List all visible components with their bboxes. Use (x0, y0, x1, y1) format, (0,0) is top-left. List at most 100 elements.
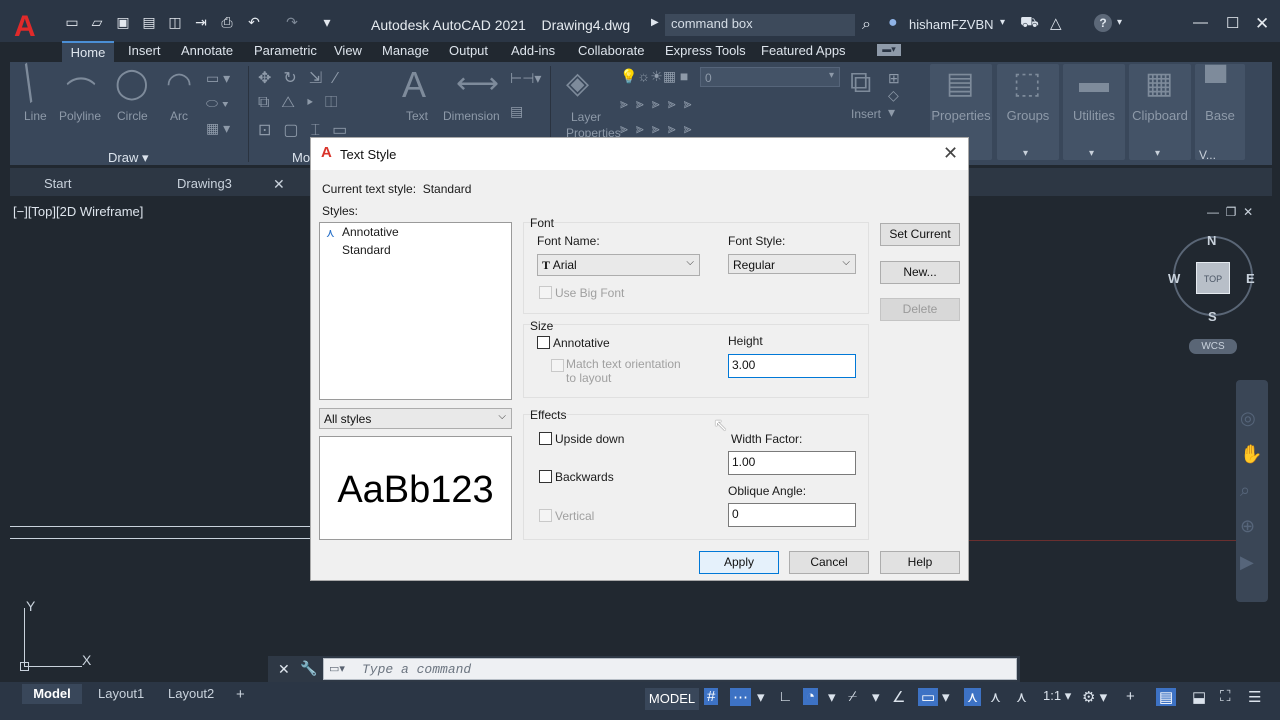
panel-utilities[interactable]: ▬ Utilities ▾ (1063, 64, 1125, 160)
close-window-icon[interactable]: ✕ (1255, 14, 1269, 34)
apply-button[interactable]: Apply (699, 551, 779, 574)
tool-line[interactable]: Line (24, 109, 47, 123)
panel-groups[interactable]: ⬚ Groups ▾ (997, 64, 1059, 160)
block-tools-icons[interactable]: ⊞ ◇ ▾ (888, 70, 900, 121)
style-item-standard[interactable]: Standard (342, 243, 391, 257)
cancel-button[interactable]: Cancel (789, 551, 869, 574)
close-tab-icon[interactable]: ✕ (273, 176, 285, 193)
panel-base[interactable]: ▀ Base V... (1195, 64, 1245, 162)
viewport-controls[interactable]: [−][Top][2D Wireframe] (13, 204, 143, 219)
ribbon-toggle-icon[interactable]: ▬▾ (877, 44, 901, 56)
autoscale-icon[interactable]: ⋏ (990, 688, 1001, 706)
use-big-font-checkbox[interactable] (539, 286, 552, 299)
isodraft-chevron-icon[interactable]: ▾ (872, 688, 880, 706)
store-cart-icon[interactable]: ⛟ (1020, 14, 1039, 33)
ribbon-tab-insert[interactable]: Insert (128, 43, 161, 58)
layer-properties-icon[interactable]: ◈ (566, 66, 589, 101)
ribbon-tab-express-tools[interactable]: Express Tools (665, 43, 746, 58)
vertical-checkbox[interactable] (539, 509, 552, 522)
polar-icon[interactable]: ◔ (803, 688, 819, 705)
add-layout-icon[interactable]: + (236, 686, 245, 703)
model-space-toggle[interactable]: MODEL (645, 688, 699, 710)
tool-insert[interactable]: Insert (851, 107, 881, 121)
modify-tools-row1-icon[interactable]: ✥↻⇲∕ (258, 68, 349, 88)
ribbon-tab-view[interactable]: View (334, 43, 362, 58)
help-icon[interactable]: ? (1094, 14, 1112, 32)
ribbon-tab-parametric[interactable]: Parametric (254, 43, 317, 58)
ribbon-tab-collaborate[interactable]: Collaborate (578, 43, 645, 58)
ribbon-tab-annotate[interactable]: Annotate (181, 43, 233, 58)
ribbon-tab-home[interactable]: Home (62, 41, 114, 62)
minimize-window-icon[interactable]: — (1193, 14, 1208, 31)
insert-block-icon[interactable]: ⧉ (850, 66, 871, 100)
customize-chevron-icon[interactable]: ▾ (318, 14, 336, 30)
user-icon[interactable]: ● (888, 14, 898, 32)
new-style-button[interactable]: New... (880, 261, 960, 284)
styles-list[interactable]: ⋏ Annotative Standard (319, 222, 512, 400)
layer-tools-row3[interactable]: ⫸⫸⫸⫸⫸ (620, 120, 699, 137)
close-command-line-icon[interactable]: ✕ (278, 661, 290, 678)
tool-text[interactable]: Text (406, 109, 428, 123)
backwards-checkbox[interactable] (539, 470, 552, 483)
layout-tab-layout2[interactable]: Layout2 (168, 686, 214, 701)
annotation-scale-icon[interactable]: ⋏ (1016, 688, 1027, 706)
tool-circle[interactable]: Circle (117, 109, 148, 123)
viewcube-top[interactable]: TOP (1196, 262, 1230, 294)
panel-clipboard[interactable]: ▦ Clipboard ▾ (1129, 64, 1191, 160)
snap-chevron-icon[interactable]: ▾ (757, 688, 765, 706)
text-icon[interactable]: A (402, 64, 426, 106)
ortho-icon[interactable]: ∟ (778, 688, 793, 705)
tool-arc[interactable]: Arc (170, 109, 188, 123)
ribbon-tab-manage[interactable]: Manage (382, 43, 429, 58)
help-button[interactable]: Help (880, 551, 960, 574)
dialog-close-icon[interactable]: ✕ (943, 143, 958, 164)
delete-style-button[interactable]: Delete (880, 298, 960, 321)
width-factor-input[interactable]: 1.00 (728, 451, 856, 475)
command-line-input[interactable]: ▭▾ Type a command (323, 658, 1017, 680)
undo-icon[interactable]: ↶ (245, 14, 263, 30)
compass-north[interactable]: N (1207, 233, 1216, 248)
ribbon-tab-output[interactable]: Output (449, 43, 488, 58)
layer-tools-row2[interactable]: ⫸⫸⫸⫸⫸ (620, 95, 699, 112)
panel-title-draw[interactable]: Draw ▾ (108, 150, 148, 166)
polar-chevron-icon[interactable]: ▾ (828, 688, 836, 706)
ellipse-icon[interactable]: ⬭ ▾ (206, 95, 229, 112)
ribbon-tab-featured-apps[interactable]: Featured Apps (761, 43, 846, 58)
compass-west[interactable]: W (1168, 271, 1180, 286)
font-name-dropdown[interactable]: T Arial ⌵ (537, 254, 700, 276)
oblique-angle-input[interactable]: 0 (728, 503, 856, 527)
arc-icon[interactable]: ◠ (166, 66, 192, 101)
annotative-checkbox[interactable] (537, 336, 550, 349)
hatch-icon[interactable]: ▦ ▾ (206, 120, 230, 137)
doc-tab-drawing3[interactable]: Drawing3 (177, 176, 232, 191)
user-chevron-icon[interactable]: ▾ (1000, 17, 1005, 28)
workspace-gear-icon[interactable]: ⚙ ▾ (1082, 688, 1107, 706)
units-icon[interactable]: ▤ (1156, 688, 1177, 706)
match-orientation-checkbox[interactable] (551, 359, 564, 372)
open-web-icon[interactable]: ◫ (166, 14, 184, 30)
viewport-window-controls-icon[interactable]: — ❐ ✕ (1207, 205, 1253, 219)
wcs-menu[interactable]: WCS (1189, 339, 1237, 354)
polyline-icon[interactable]: ⌒ (66, 68, 96, 112)
dimension-icon[interactable]: ⟷ (456, 66, 499, 101)
selection-cycling-icon[interactable]: ▭ (918, 688, 939, 706)
object-snap-icon[interactable]: ∠ (892, 688, 905, 706)
quick-properties-icon[interactable]: ⬓ (1192, 688, 1206, 706)
compass-south[interactable]: S (1208, 309, 1217, 324)
layer-dropdown[interactable]: 0 ▾ (700, 67, 840, 87)
doc-tab-start[interactable]: Start (44, 176, 71, 191)
command-search-box[interactable]: command box (665, 14, 855, 36)
annotation-scale-value[interactable]: 1:1 ▾ (1043, 688, 1071, 704)
set-current-button[interactable]: Set Current (880, 223, 960, 246)
annotation-monitor-icon[interactable]: + (1126, 688, 1135, 705)
layout-tab-layout1[interactable]: Layout1 (98, 686, 144, 701)
height-input[interactable]: 3.00 (728, 354, 856, 378)
redo-icon[interactable]: ↷ (283, 14, 301, 30)
layer-state-icons[interactable]: 💡☼☀▦ ■ (620, 68, 688, 85)
save-as-icon[interactable]: ▤ (140, 14, 158, 30)
rectangle-icon[interactable]: ▭ ▾ (206, 70, 230, 87)
style-item-annotative[interactable]: Annotative (342, 225, 399, 239)
customization-menu-icon[interactable]: ☰ (1248, 688, 1261, 706)
grid-icon[interactable]: # (704, 688, 719, 705)
export-icon[interactable]: ⇥ (192, 14, 210, 30)
